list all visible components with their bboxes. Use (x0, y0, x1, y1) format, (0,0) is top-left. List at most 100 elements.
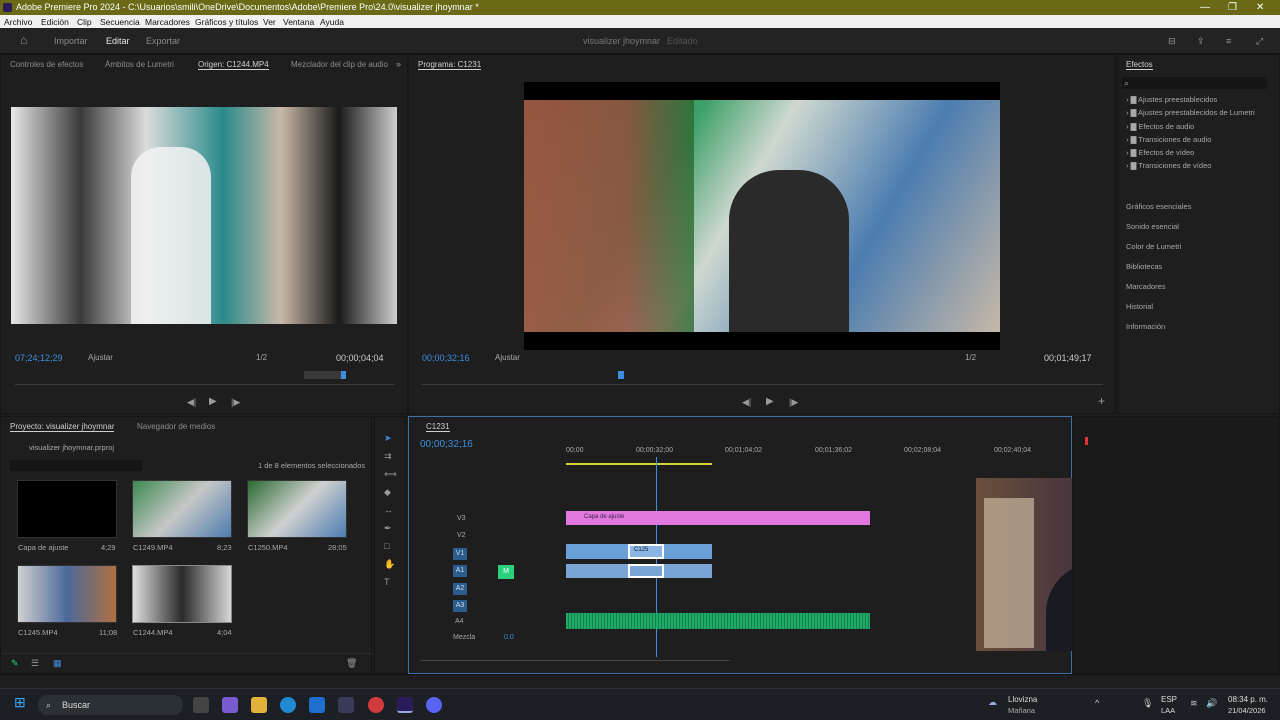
timeline-ruler[interactable]: 00;00 00;00;32;00 00;01;04;02 00;01;36;0… (566, 447, 1061, 461)
a4-music-clip[interactable] (566, 613, 870, 629)
tab-editar[interactable]: Editar (106, 36, 130, 46)
track-label-a1[interactable]: A1 (453, 565, 467, 577)
v1-selected-clip[interactable]: C125 (628, 544, 664, 559)
source-play-icon[interactable]: ▶ (209, 397, 217, 407)
slip-tool-icon[interactable]: ↔ (384, 505, 393, 515)
program-timecode[interactable]: 00;00;32;16 (422, 353, 470, 363)
tab-importar[interactable]: Importar (54, 36, 88, 46)
tab-lumetri-scopes[interactable]: Ámbitos de Lumetri (105, 60, 174, 69)
clock-date[interactable]: 21/04/2026 (1228, 706, 1266, 715)
project-thumb-c1249[interactable] (132, 480, 232, 538)
source-timecode[interactable]: 07;24;12;29 (15, 353, 63, 363)
mix-value[interactable]: 0.0 (504, 634, 514, 641)
source-resolution-select[interactable]: 1/2 (256, 353, 267, 362)
tab-audio-clip-mixer[interactable]: Mezclador del clip de audio (291, 60, 388, 69)
effects-tree-item[interactable]: › ▇ Ajustes preestablecidos de Lumetri (1126, 108, 1255, 121)
file-explorer-icon[interactable] (251, 697, 267, 713)
taskbar-search-box[interactable]: ⌕ Buscar (38, 695, 183, 715)
workspaces-menu-icon[interactable]: ≡ (1226, 36, 1231, 46)
track-label-v3[interactable]: V3 (457, 515, 466, 522)
project-search-input[interactable] (10, 460, 142, 471)
store-icon[interactable] (338, 697, 354, 713)
microphone-icon[interactable]: 🎙 (1142, 698, 1153, 708)
menu-marcadores[interactable]: Marcadores (145, 17, 190, 27)
project-thumb-capa[interactable] (17, 480, 117, 538)
section-bibliotecas[interactable]: Bibliotecas (1126, 257, 1191, 277)
menu-clip[interactable]: Clip (77, 17, 92, 27)
windows-start-icon[interactable]: ⊞ (14, 695, 26, 709)
language-layout[interactable]: LAA (1161, 706, 1175, 715)
track-label-a2[interactable]: A2 (453, 583, 467, 595)
program-title[interactable]: Programa: C1231 (418, 60, 482, 70)
list-view-icon[interactable]: ☰ (31, 658, 39, 668)
ripple-edit-tool-icon[interactable]: ⟺ (384, 469, 397, 479)
weather-time[interactable]: Mañana (1008, 706, 1035, 715)
program-step-forward-icon[interactable]: |▶ (789, 397, 798, 407)
program-scrubber[interactable] (421, 384, 1103, 385)
program-playhead[interactable] (618, 371, 624, 379)
source-step-forward-icon[interactable]: |▶ (231, 397, 240, 407)
mute-a1-button[interactable]: M (498, 565, 514, 579)
premiere-taskbar-icon[interactable] (397, 697, 413, 713)
outlook-icon[interactable] (309, 697, 325, 713)
close-icon[interactable]: ✕ (1256, 2, 1264, 13)
a1-selected-clip[interactable] (628, 564, 664, 578)
language-indicator[interactable]: ESP (1161, 695, 1177, 704)
source-step-back-icon[interactable]: ◀| (187, 397, 196, 407)
effects-tree-item[interactable]: › ▇ Transiciones de vídeo (1126, 161, 1255, 174)
program-add-button-icon[interactable]: + (1098, 395, 1105, 407)
chrome-icon[interactable] (368, 697, 384, 713)
quick-export-icon[interactable]: ⊟ (1168, 36, 1176, 46)
effects-tree-item[interactable]: › ▇ Efectos de audio (1126, 122, 1255, 135)
selection-tool-icon[interactable]: ➤ (384, 433, 392, 443)
program-resolution-select[interactable]: 1/2 (965, 353, 976, 362)
work-area-bar[interactable] (566, 463, 712, 465)
section-historial[interactable]: Historial (1126, 297, 1191, 317)
menu-ver[interactable]: Ver (263, 17, 276, 27)
icon-view-icon[interactable]: ▦ (53, 658, 62, 668)
menu-ayuda[interactable]: Ayuda (320, 17, 344, 27)
adjustment-layer-clip[interactable]: Capa de ajuste (566, 511, 870, 525)
section-graficos-esenciales[interactable]: Gráficos esenciales (1126, 197, 1191, 217)
discord-icon[interactable] (426, 697, 442, 713)
weather-icon[interactable]: ☁ (988, 697, 997, 707)
copilot-icon[interactable] (222, 697, 238, 713)
section-sonido-esencial[interactable]: Sonido esencial (1126, 217, 1191, 237)
menu-ventana[interactable]: Ventana (283, 17, 314, 27)
tab-exportar[interactable]: Exportar (146, 36, 180, 46)
track-label-v2[interactable]: V2 (457, 532, 466, 539)
source-scrubber[interactable] (15, 384, 395, 385)
trash-icon[interactable]: 🗑 (346, 658, 357, 668)
menu-edicion[interactable]: Edición (41, 17, 69, 27)
weather-location[interactable]: Lloviznа (1008, 695, 1037, 704)
program-step-back-icon[interactable]: ◀| (742, 397, 751, 407)
project-thumb-c1244[interactable] (132, 565, 232, 623)
fullscreen-icon[interactable]: ⤢ (1256, 36, 1263, 46)
effects-tree-item[interactable]: › ▇ Efectos de vídeo (1126, 148, 1255, 161)
section-informacion[interactable]: Información (1126, 317, 1191, 337)
rectangle-tool-icon[interactable]: □ (384, 541, 389, 551)
task-view-icon[interactable] (193, 697, 209, 713)
project-thumb-c1250[interactable] (247, 480, 347, 538)
tab-project[interactable]: Proyecto: visualizer jhoymnar (10, 422, 115, 432)
program-play-icon[interactable]: ▶ (766, 397, 774, 407)
wifi-icon[interactable]: ≋ (1190, 698, 1198, 708)
timeline-sequence-tab[interactable]: C1231 (426, 422, 450, 432)
clock-time[interactable]: 08:34 p. m. (1228, 695, 1268, 704)
type-tool-icon[interactable]: T (384, 577, 390, 587)
volume-icon[interactable]: 🔊 (1206, 698, 1217, 708)
pencil-icon[interactable]: ✎ (11, 658, 19, 668)
section-marcadores[interactable]: Marcadores (1126, 277, 1191, 297)
maximize-icon[interactable]: ❐ (1228, 2, 1237, 13)
minimize-icon[interactable]: — (1200, 2, 1210, 13)
program-fit-select[interactable]: Ajustar (495, 353, 520, 362)
track-label-a4[interactable]: A4 (455, 618, 464, 625)
effects-search-input[interactable] (1122, 77, 1267, 89)
tray-chevron-icon[interactable]: ^ (1095, 698, 1099, 708)
share-icon[interactable]: ⇪ (1197, 36, 1205, 46)
pen-tool-icon[interactable]: ✒ (384, 523, 392, 533)
home-icon[interactable]: ⌂ (20, 34, 27, 46)
panel-overflow-icon[interactable]: » (396, 59, 401, 69)
source-fit-select[interactable]: Ajustar (88, 353, 113, 362)
timeline-timecode[interactable]: 00;00;32;16 (420, 439, 473, 450)
